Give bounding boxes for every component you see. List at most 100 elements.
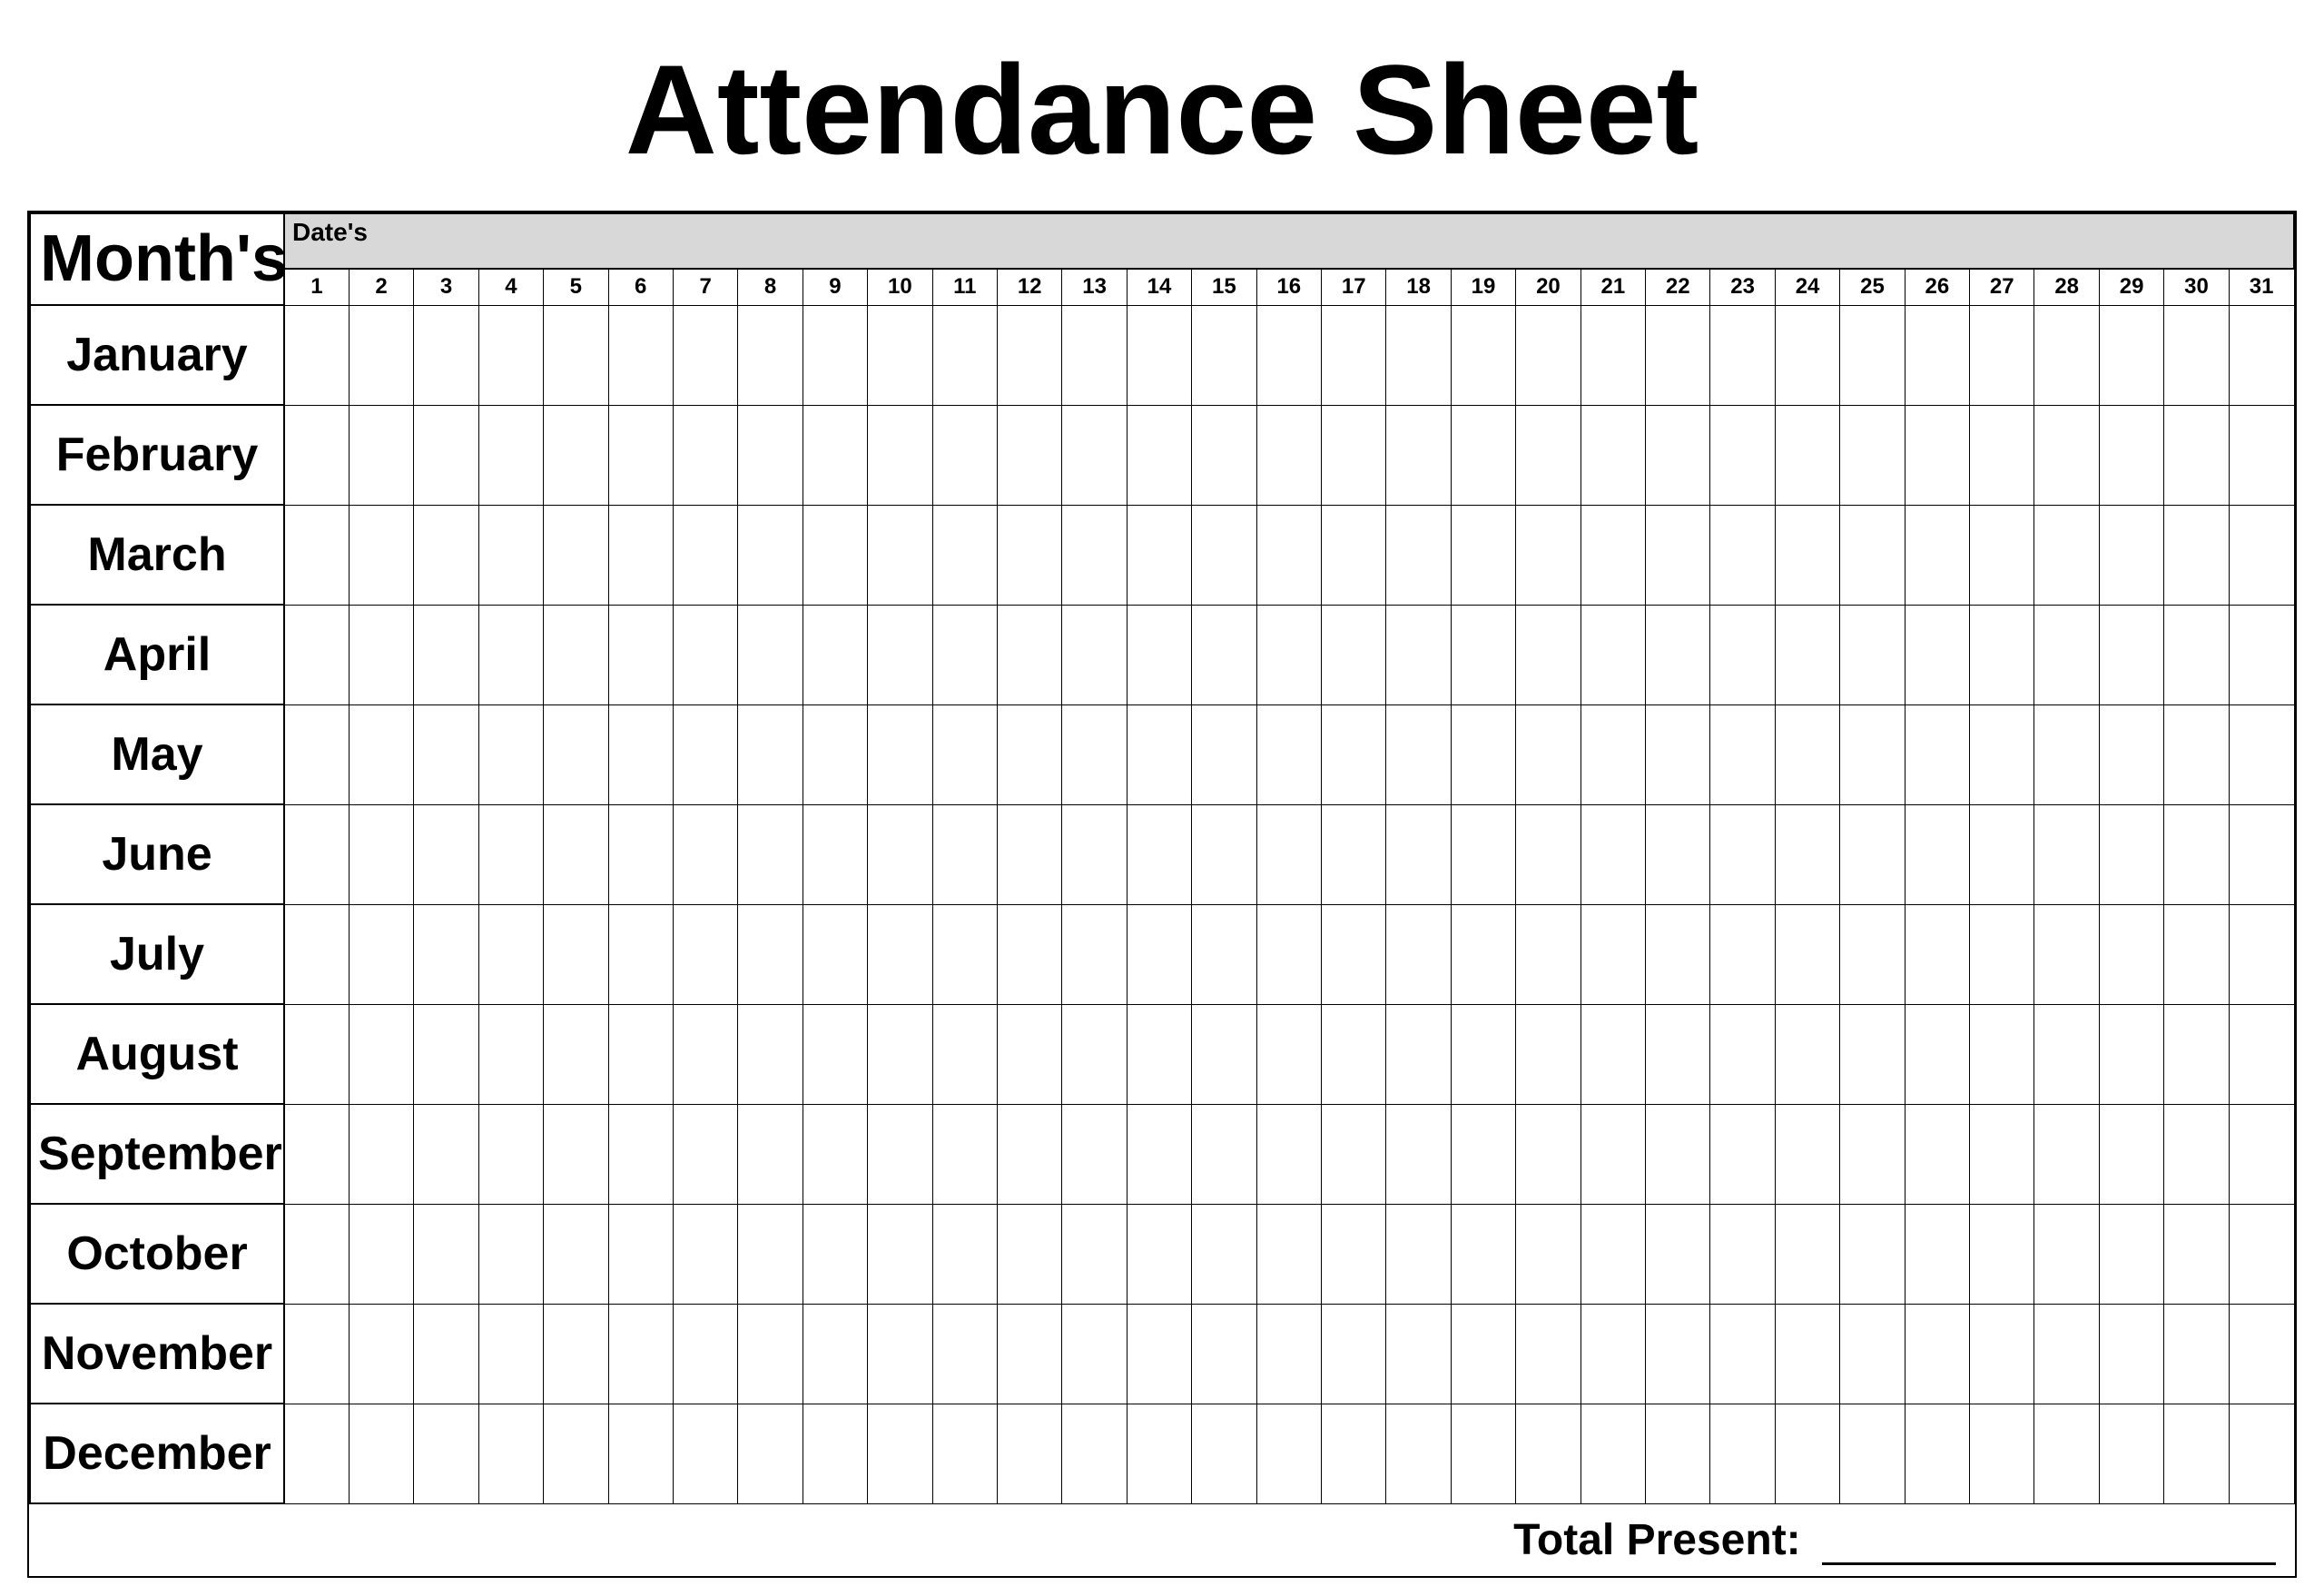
- attendance-cell[interactable]: [478, 405, 543, 505]
- attendance-cell[interactable]: [1256, 704, 1321, 804]
- attendance-cell[interactable]: [1970, 605, 2034, 704]
- attendance-cell[interactable]: [1840, 505, 1905, 605]
- attendance-cell[interactable]: [1905, 1004, 1969, 1104]
- attendance-cell[interactable]: [1775, 704, 1839, 804]
- attendance-cell[interactable]: [1840, 305, 1905, 405]
- attendance-cell[interactable]: [1451, 305, 1515, 405]
- attendance-cell[interactable]: [1710, 1204, 1775, 1304]
- attendance-cell[interactable]: [1322, 704, 1386, 804]
- attendance-cell[interactable]: [478, 704, 543, 804]
- attendance-cell[interactable]: [1710, 804, 1775, 904]
- attendance-cell[interactable]: [1322, 305, 1386, 405]
- attendance-cell[interactable]: [1322, 605, 1386, 704]
- attendance-cell[interactable]: [544, 305, 608, 405]
- attendance-cell[interactable]: [1062, 1304, 1127, 1404]
- attendance-cell[interactable]: [868, 1104, 932, 1204]
- attendance-cell[interactable]: [673, 1304, 737, 1404]
- attendance-cell[interactable]: [1451, 1004, 1515, 1104]
- attendance-cell[interactable]: [1062, 1004, 1127, 1104]
- attendance-cell[interactable]: [2164, 1204, 2229, 1304]
- attendance-cell[interactable]: [868, 904, 932, 1004]
- attendance-cell[interactable]: [1127, 1204, 1191, 1304]
- attendance-cell[interactable]: [1775, 1404, 1839, 1503]
- attendance-cell[interactable]: [478, 804, 543, 904]
- attendance-cell[interactable]: [349, 605, 413, 704]
- attendance-cell[interactable]: [1840, 1104, 1905, 1204]
- attendance-cell[interactable]: [2099, 405, 2163, 505]
- attendance-cell[interactable]: [1127, 305, 1191, 405]
- attendance-cell[interactable]: [2164, 904, 2229, 1004]
- attendance-cell[interactable]: [1710, 704, 1775, 804]
- attendance-cell[interactable]: [997, 505, 1061, 605]
- attendance-cell[interactable]: [2099, 1004, 2163, 1104]
- attendance-cell[interactable]: [1062, 704, 1127, 804]
- attendance-cell[interactable]: [1386, 1204, 1451, 1304]
- attendance-cell[interactable]: [1970, 305, 2034, 405]
- attendance-cell[interactable]: [1192, 1104, 1256, 1204]
- attendance-cell[interactable]: [1192, 704, 1256, 804]
- attendance-cell[interactable]: [349, 405, 413, 505]
- attendance-cell[interactable]: [738, 505, 803, 605]
- attendance-cell[interactable]: [284, 804, 349, 904]
- attendance-cell[interactable]: [1451, 605, 1515, 704]
- attendance-cell[interactable]: [1192, 305, 1256, 405]
- attendance-cell[interactable]: [803, 1304, 867, 1404]
- attendance-cell[interactable]: [1775, 1004, 1839, 1104]
- attendance-cell[interactable]: [284, 1304, 349, 1404]
- attendance-cell[interactable]: [997, 1104, 1061, 1204]
- attendance-cell[interactable]: [1386, 804, 1451, 904]
- attendance-cell[interactable]: [1840, 1004, 1905, 1104]
- attendance-cell[interactable]: [2164, 505, 2229, 605]
- attendance-cell[interactable]: [1516, 1304, 1581, 1404]
- attendance-cell[interactable]: [284, 1204, 349, 1304]
- attendance-cell[interactable]: [1192, 1304, 1256, 1404]
- attendance-cell[interactable]: [1322, 1004, 1386, 1104]
- attendance-cell[interactable]: [997, 904, 1061, 1004]
- attendance-cell[interactable]: [1322, 1104, 1386, 1204]
- attendance-cell[interactable]: [1840, 405, 1905, 505]
- attendance-cell[interactable]: [2164, 1004, 2229, 1104]
- attendance-cell[interactable]: [2229, 1004, 2294, 1104]
- attendance-cell[interactable]: [1581, 704, 1645, 804]
- attendance-cell[interactable]: [1386, 505, 1451, 605]
- attendance-cell[interactable]: [1775, 1104, 1839, 1204]
- attendance-cell[interactable]: [738, 904, 803, 1004]
- attendance-cell[interactable]: [1775, 505, 1839, 605]
- attendance-cell[interactable]: [803, 1204, 867, 1304]
- attendance-cell[interactable]: [1970, 505, 2034, 605]
- attendance-cell[interactable]: [868, 405, 932, 505]
- attendance-cell[interactable]: [1322, 804, 1386, 904]
- attendance-cell[interactable]: [1970, 1004, 2034, 1104]
- attendance-cell[interactable]: [868, 704, 932, 804]
- attendance-cell[interactable]: [1127, 1304, 1191, 1404]
- attendance-cell[interactable]: [997, 1304, 1061, 1404]
- attendance-cell[interactable]: [673, 704, 737, 804]
- attendance-cell[interactable]: [544, 1204, 608, 1304]
- attendance-cell[interactable]: [544, 505, 608, 605]
- attendance-cell[interactable]: [1970, 904, 2034, 1004]
- attendance-cell[interactable]: [1516, 704, 1581, 804]
- attendance-cell[interactable]: [284, 605, 349, 704]
- attendance-cell[interactable]: [2164, 405, 2229, 505]
- attendance-cell[interactable]: [1646, 1304, 1710, 1404]
- attendance-cell[interactable]: [1451, 904, 1515, 1004]
- attendance-cell[interactable]: [673, 904, 737, 1004]
- attendance-cell[interactable]: [673, 505, 737, 605]
- attendance-cell[interactable]: [1127, 1404, 1191, 1503]
- attendance-cell[interactable]: [1710, 605, 1775, 704]
- attendance-cell[interactable]: [478, 1304, 543, 1404]
- attendance-cell[interactable]: [1775, 405, 1839, 505]
- attendance-cell[interactable]: [1905, 405, 1969, 505]
- attendance-cell[interactable]: [414, 405, 478, 505]
- attendance-cell[interactable]: [1516, 605, 1581, 704]
- attendance-cell[interactable]: [1127, 1004, 1191, 1104]
- attendance-cell[interactable]: [1775, 1204, 1839, 1304]
- attendance-cell[interactable]: [544, 1104, 608, 1204]
- attendance-cell[interactable]: [932, 704, 997, 804]
- attendance-cell[interactable]: [1840, 904, 1905, 1004]
- attendance-cell[interactable]: [1710, 1104, 1775, 1204]
- attendance-cell[interactable]: [1970, 804, 2034, 904]
- attendance-cell[interactable]: [1451, 1104, 1515, 1204]
- attendance-cell[interactable]: [608, 305, 673, 405]
- attendance-cell[interactable]: [1192, 804, 1256, 904]
